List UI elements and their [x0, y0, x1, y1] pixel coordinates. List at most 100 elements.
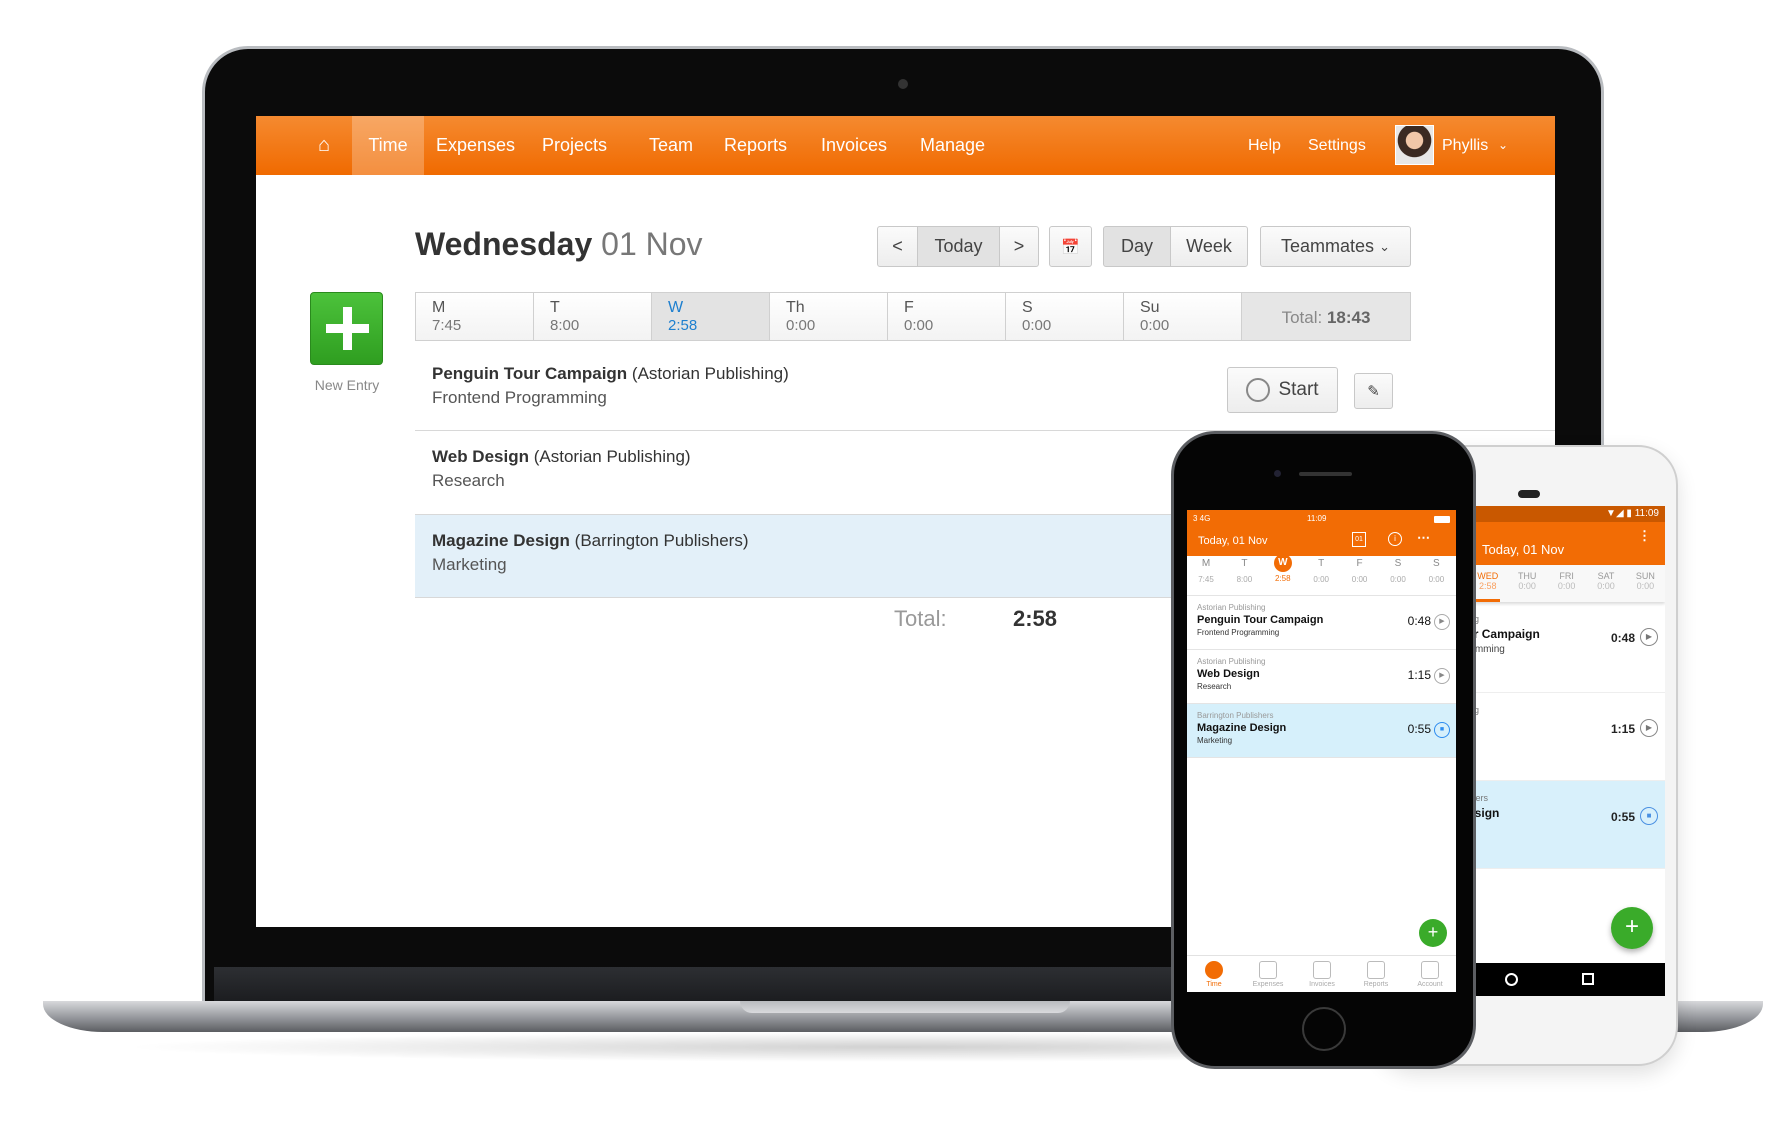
iphone: 3 4G 11:09 Today, 01 Nov 01 i ⋯ + M 7:45 T… [1171, 431, 1476, 1069]
day-hours: 0:00 [1313, 575, 1329, 584]
iphone-day[interactable]: S 0:00 [1417, 558, 1455, 584]
day-label: M [1201, 558, 1211, 569]
user-menu[interactable]: Phyllis [1442, 116, 1488, 175]
android-day-tab[interactable]: THU 0:00 [1507, 571, 1547, 591]
day-hours: 2:58 [1275, 574, 1291, 583]
tab-expenses[interactable]: Expenses [1241, 957, 1295, 988]
more-icon[interactable]: ⋯ [1417, 530, 1430, 546]
day-label: T [550, 299, 560, 316]
calendar-icon[interactable]: 01 [1352, 532, 1366, 547]
nav-help[interactable]: Help [1248, 116, 1281, 175]
week-day-su[interactable]: Su 0:00 [1123, 292, 1242, 341]
client-name: (Barrington Publishers) [574, 531, 749, 550]
android-day-tab[interactable]: SUN 0:00 [1625, 571, 1665, 591]
nav-reports[interactable]: Reports [724, 116, 787, 175]
entry-duration: 0:48 [1610, 631, 1635, 645]
android-day-tab[interactable]: FRI 0:00 [1547, 571, 1587, 591]
day-label: SUN [1635, 571, 1655, 581]
android-add-button[interactable]: + [1611, 907, 1653, 949]
edit-entry-button[interactable]: ✎ [1354, 373, 1393, 409]
nav-team[interactable]: Team [649, 116, 693, 175]
week-day-f[interactable]: F 0:00 [887, 292, 1006, 341]
new-entry-button[interactable] [310, 292, 383, 365]
iphone-add-button[interactable]: + [1419, 919, 1447, 947]
account-icon [1421, 961, 1439, 979]
page-title: Wednesday 01 Nov [415, 226, 703, 262]
tab-time[interactable]: Time [1187, 957, 1241, 988]
day-hours: 0:00 [1390, 575, 1406, 584]
expenses-icon [1259, 961, 1277, 979]
home-circle-icon[interactable] [1505, 973, 1518, 986]
invoices-icon [1313, 961, 1331, 979]
stopwatch-icon [1246, 378, 1271, 402]
home-icon[interactable]: ⌂ [318, 116, 330, 175]
recents-square-icon[interactable] [1582, 973, 1594, 985]
play-icon[interactable]: ▶ [1434, 614, 1450, 630]
iphone-header: Today, 01 Nov 01 i ⋯ [1187, 528, 1456, 556]
day-hours: 8:00 [1236, 575, 1253, 584]
nav-settings[interactable]: Settings [1308, 116, 1366, 175]
nav-expenses[interactable]: Expenses [436, 116, 515, 175]
entry-client: Astorian Publishing [1197, 657, 1266, 666]
project-name: Magazine Design [432, 531, 570, 550]
nav-time[interactable]: Time [352, 116, 424, 175]
week-view-button[interactable]: Week [1170, 226, 1248, 267]
battery-icon [1434, 516, 1450, 523]
pencil-icon: ✎ [1367, 383, 1380, 400]
more-vert-icon[interactable]: ⋮ [1638, 528, 1651, 544]
iphone-entry-row[interactable]: Astorian Publishing Penguin Tour Campaign… [1187, 596, 1456, 650]
iphone-entry-row[interactable]: Barrington Publishers Magazine Design Mark… [1187, 704, 1456, 758]
tab-label: Invoices [1309, 981, 1335, 988]
day-hours: 2:58 [668, 317, 698, 334]
nav-projects[interactable]: Projects [542, 116, 607, 175]
teammates-dropdown[interactable]: Teammates ⌄ [1260, 226, 1411, 267]
day-label: Su [1140, 299, 1160, 316]
entry-client: Barrington Publishers [1197, 711, 1274, 720]
home-button[interactable] [1302, 1007, 1346, 1051]
next-day-button[interactable]: > [999, 226, 1039, 267]
iphone-day[interactable]: S 0:00 [1379, 558, 1417, 584]
nav-manage[interactable]: Manage [920, 116, 985, 175]
iphone-day[interactable]: T 8:00 [1225, 558, 1263, 584]
calendar-icon[interactable]: 📅 [1049, 226, 1092, 267]
play-icon[interactable]: ▶ [1434, 668, 1450, 684]
week-day-th[interactable]: Th 0:00 [769, 292, 888, 341]
day-label: F [904, 299, 914, 316]
stop-icon[interactable]: ■ [1434, 722, 1450, 738]
iphone-day[interactable]: F 0:00 [1341, 558, 1379, 584]
tab-bar-divider [1187, 955, 1456, 956]
day-hours: 0:00 [1351, 575, 1368, 584]
today-button[interactable]: Today [917, 226, 1000, 267]
play-icon[interactable]: ▶ [1640, 719, 1658, 737]
tab-reports[interactable]: Reports [1349, 957, 1403, 988]
iphone-header-title: Today, 01 Nov [1198, 535, 1268, 547]
android-day-tab[interactable]: SAT 0:00 [1586, 571, 1626, 591]
week-day-t[interactable]: T 8:00 [533, 292, 652, 341]
tab-invoices[interactable]: Invoices [1295, 957, 1349, 988]
week-day-s[interactable]: S 0:00 [1005, 292, 1124, 341]
stop-icon[interactable]: ■ [1640, 807, 1658, 825]
phone-speaker [1518, 490, 1540, 498]
client-name: (Astorian Publishing) [533, 447, 691, 466]
iphone-day[interactable]: M 7:45 [1187, 558, 1225, 584]
avatar[interactable] [1395, 125, 1434, 165]
prev-day-button[interactable]: < [877, 226, 918, 267]
play-icon[interactable]: ▶ [1640, 628, 1658, 646]
day-label: S [1022, 299, 1033, 316]
iphone-day[interactable]: T 0:00 [1302, 558, 1340, 584]
iphone-entry-row[interactable]: Astorian Publishing Web Design Research 1:1… [1187, 650, 1456, 704]
day-hours: 7:45 [1198, 575, 1214, 584]
start-timer-button[interactable]: Start [1227, 367, 1338, 413]
info-icon[interactable]: i [1388, 532, 1402, 546]
week-day-m[interactable]: M 7:45 [415, 292, 534, 341]
tab-account[interactable]: Account [1403, 957, 1456, 988]
chevron-down-icon[interactable]: ⌄ [1498, 116, 1508, 175]
tab-label: Account [1417, 981, 1443, 988]
new-entry-label: New Entry [314, 377, 380, 393]
week-day-w[interactable]: W 2:58 [651, 292, 770, 341]
nav-invoices[interactable]: Invoices [821, 116, 887, 175]
iphone-day[interactable]: W 2:58 [1264, 554, 1302, 583]
day-view-button[interactable]: Day [1103, 226, 1171, 267]
entry-duration: 1:15 [1407, 668, 1431, 682]
day-hours: 0:00 [1518, 581, 1536, 591]
